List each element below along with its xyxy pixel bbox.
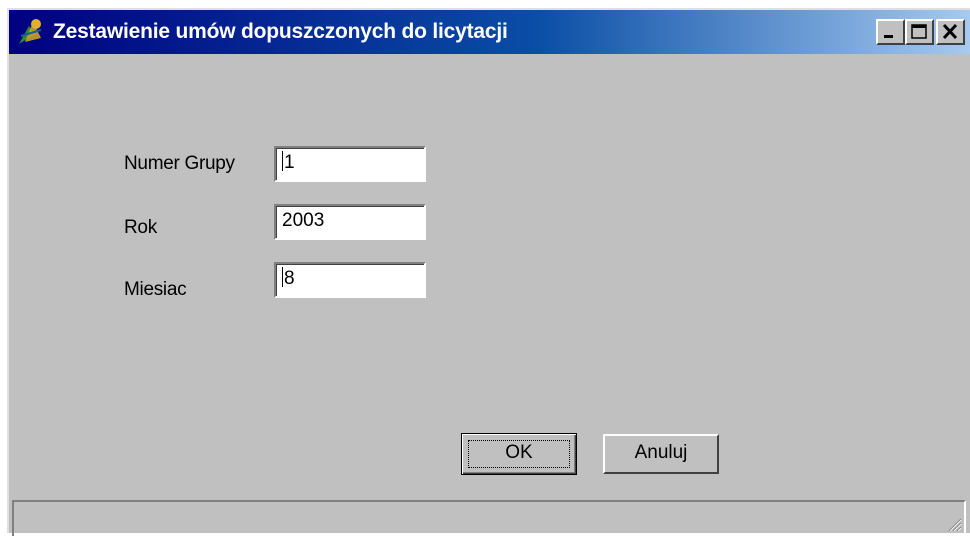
resize-grip-icon[interactable] <box>946 516 962 532</box>
minimize-icon <box>884 35 893 38</box>
text-cursor <box>282 267 283 287</box>
dialog-window: Zestawienie umów dopuszczonych do licyta… <box>7 8 970 536</box>
close-button[interactable] <box>936 19 965 45</box>
app-icon <box>19 19 42 44</box>
minimize-button[interactable] <box>876 19 905 45</box>
month-value: 8 <box>284 268 295 289</box>
window-title: Zestawienie umów dopuszczonych do licyta… <box>53 20 508 43</box>
year-label: Rok <box>124 217 157 238</box>
group-number-value: 1 <box>284 152 295 173</box>
group-number-field[interactable]: 1 <box>274 146 426 182</box>
year-value: 2003 <box>282 210 325 231</box>
status-bar <box>12 500 966 536</box>
maximize-button[interactable] <box>905 19 934 45</box>
title-bar[interactable]: Zestawienie umów dopuszczonych do licyta… <box>9 10 970 54</box>
month-field[interactable]: 8 <box>274 262 426 298</box>
month-label: Miesiac <box>124 279 187 300</box>
cancel-button-label: Anuluj <box>634 442 688 463</box>
ok-button[interactable]: OK <box>461 433 577 475</box>
maximize-icon <box>911 24 927 39</box>
year-field[interactable]: 2003 <box>274 204 426 240</box>
group-number-label: Numer Grupy <box>124 153 235 174</box>
text-cursor <box>282 151 283 171</box>
ok-button-label: OK <box>505 442 533 463</box>
cancel-button[interactable]: Anuluj <box>603 434 719 474</box>
close-icon <box>942 23 958 40</box>
